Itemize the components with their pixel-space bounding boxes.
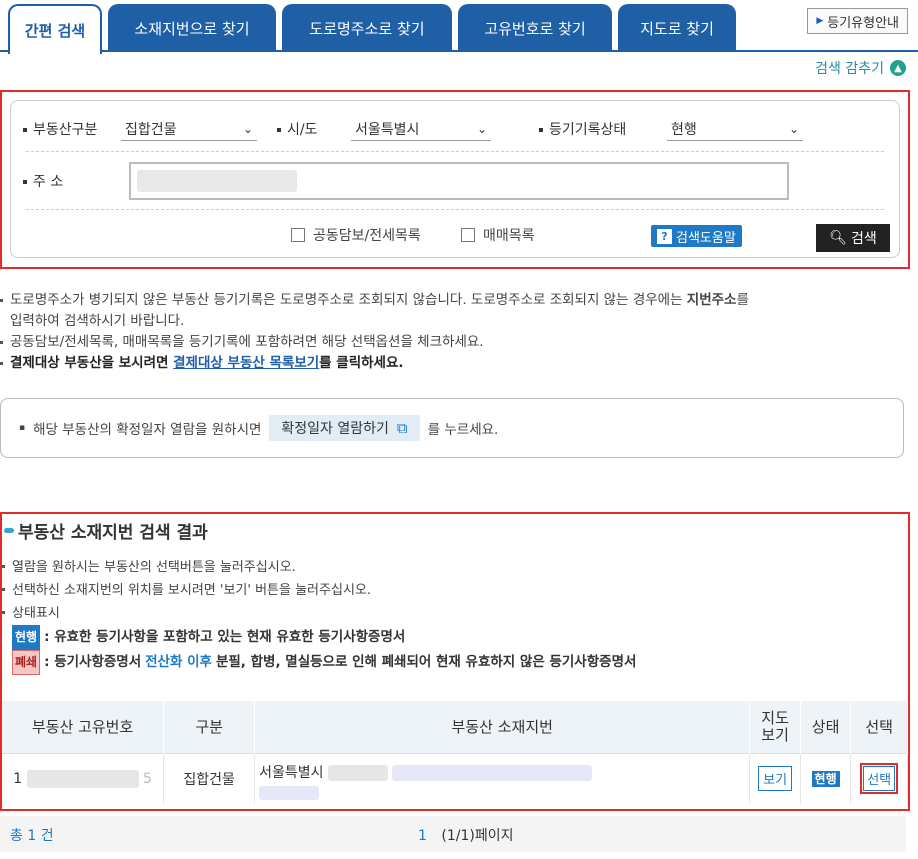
checkbox-icon xyxy=(291,228,305,242)
title-marker-icon xyxy=(4,528,14,533)
chevron-down-icon: ⌄ xyxy=(242,121,253,136)
confirm-date-button[interactable]: 확정일자 열람하기 ⧉ xyxy=(269,415,420,441)
arrow-right-icon: ▶ xyxy=(816,16,824,26)
city-select[interactable]: 서울특별시 ⌄ xyxy=(351,117,491,141)
tab-label: 도로명주소로 찾기 xyxy=(309,19,425,38)
note-road-address: 도로명주소가 병기되지 않은 부동산 등기기록은 도로명주소로 조회되지 않습니… xyxy=(0,290,910,332)
cell-address: 서울특별시 xyxy=(254,752,751,804)
blurred-id xyxy=(26,769,139,788)
bullet: ▪ xyxy=(19,423,26,433)
search-help-label: 검색도움말 xyxy=(676,230,736,246)
header-type: 구분 xyxy=(163,701,256,753)
search-help-button[interactable]: ? 검색도움말 xyxy=(651,225,742,247)
cell-status: 현행 xyxy=(800,752,852,804)
tab-label: 고유번호로 찾기 xyxy=(484,19,586,38)
blurred-address xyxy=(328,764,388,781)
page-info: (1/1)페이지 xyxy=(441,828,514,844)
tab-unique-number[interactable]: 고유번호로 찾기 xyxy=(458,4,612,52)
note-options: 공동담보/전세목록, 매매목록을 등기기록에 포함하려면 해당 선택옵션을 체크… xyxy=(0,332,910,353)
confirm-date-text: 해당 부동산의 확정일자 열람을 원하시면 xyxy=(33,422,262,438)
registry-status-label: 등기기록상태 xyxy=(539,119,626,139)
results-panel: 부동산 소재지번 검색 결과 열람을 원하시는 부동산의 선택버튼을 눌러주십시… xyxy=(0,512,910,811)
tab-simple-search[interactable]: 간편 검색 xyxy=(8,4,102,54)
header-unique-number: 부동산 고유번호 xyxy=(2,701,165,753)
results-footer: 총 1 건 1 (1/1)페이지 xyxy=(0,816,906,852)
table-row: 1 5 집합건물 서울특별시 보기 현행 선택 xyxy=(2,752,908,804)
address-label: 주 소 xyxy=(23,171,63,191)
pagination: 1 (1/1)페이지 xyxy=(418,825,513,845)
status-current-badge: 현행 xyxy=(12,625,41,650)
property-type-label: 부동산구분 xyxy=(23,119,97,139)
tab-road-address[interactable]: 도로명주소로 찾기 xyxy=(282,4,452,52)
results-note: 선택하신 소재지번의 위치를 보시려면 '보기' 버튼을 눌러주십시오. xyxy=(2,579,636,602)
checkbox-icon xyxy=(461,228,475,242)
status-closed-badge: 폐쇄 xyxy=(12,650,41,675)
hide-search-label: 검색 감추기 xyxy=(815,61,884,77)
registry-status-value: 현행 xyxy=(671,121,697,138)
search-form: 부동산구분 집합건물 ⌄ 시/도 서울특별시 ⌄ 등기기록상태 현행 ⌄ 주 소… xyxy=(10,100,900,258)
results-title: 부동산 소재지번 검색 결과 xyxy=(4,518,208,543)
header-address: 부동산 소재지번 xyxy=(254,701,751,753)
chevron-down-icon: ⌄ xyxy=(788,121,799,136)
joint-collateral-checkbox[interactable]: 공동담보/전세목록 xyxy=(291,225,421,245)
search-tabs: 간편 검색 소재지번으로 찾기 도로명주소로 찾기 고유번호로 찾기 지도로 찾… xyxy=(0,0,918,54)
sales-list-checkbox[interactable]: 매매목록 xyxy=(461,225,535,245)
select-button[interactable]: 선택 xyxy=(860,763,899,794)
property-type-value: 집합건물 xyxy=(125,121,177,138)
joint-collateral-label: 공동담보/전세목록 xyxy=(313,228,421,244)
note-payment: 결제대상 부동산을 보시려면 결제대상 부동산 목록보기를 클릭하세요. xyxy=(0,353,910,374)
view-map-button[interactable]: 보기 xyxy=(758,766,793,791)
tab-label: 지도로 찾기 xyxy=(640,19,714,38)
chevron-up-icon: ▲ xyxy=(890,60,906,76)
blurred-address xyxy=(392,764,593,781)
hide-search-link[interactable]: 검색 감추기 ▲ xyxy=(815,58,906,78)
sales-list-label: 매매목록 xyxy=(483,228,535,244)
table-header-row: 부동산 고유번호 구분 부동산 소재지번 지도 보기 상태 선택 xyxy=(2,701,908,753)
results-table: 부동산 고유번호 구분 부동산 소재지번 지도 보기 상태 선택 1 5 집합건… xyxy=(2,701,908,804)
tab-lot-number[interactable]: 소재지번으로 찾기 xyxy=(108,4,276,52)
question-icon: ? xyxy=(657,228,672,244)
total-count: 총 1 건 xyxy=(10,828,54,844)
divider xyxy=(26,209,884,210)
blurred-address xyxy=(137,170,297,192)
results-notes: 열람을 원하시는 부동산의 선택버튼을 눌러주십시오. 선택하신 소재지번의 위… xyxy=(2,556,636,675)
payment-list-link[interactable]: 결제대상 부동산 목록보기 xyxy=(173,355,319,371)
status-closed-legend: 폐쇄 : 등기사항증명서 전산화 이후 분필, 합병, 멸실등으로 인해 폐쇄되… xyxy=(2,650,636,675)
registry-type-guide-label: 등기유형안내 xyxy=(827,15,899,31)
city-value: 서울특별시 xyxy=(355,121,420,138)
confirm-date-box: ▪ 해당 부동산의 확정일자 열람을 원하시면 확정일자 열람하기 ⧉ 를 누르… xyxy=(0,398,904,458)
search-button[interactable]: 🔍︎ 검색 xyxy=(816,224,890,252)
results-note: 상태표시 xyxy=(2,602,636,625)
search-button-label: 검색 xyxy=(851,231,877,247)
cell-select: 선택 xyxy=(850,752,908,804)
cell-unique-number: 1 5 xyxy=(2,752,165,804)
confirm-date-button-label: 확정일자 열람하기 xyxy=(281,421,389,437)
tab-label: 소재지번으로 찾기 xyxy=(134,19,250,38)
magnifier-icon: 🔍︎ xyxy=(829,230,847,246)
tab-label: 간편 검색 xyxy=(24,21,86,40)
cell-map-view: 보기 xyxy=(749,752,801,804)
status-current-legend: 현행 : 유효한 등기사항을 포함하고 있는 현재 유효한 등기사항증명서 xyxy=(2,625,636,650)
address-input[interactable] xyxy=(129,162,789,200)
tab-map[interactable]: 지도로 찾기 xyxy=(618,4,736,52)
confirm-date-text-end: 를 누르세요. xyxy=(427,422,499,438)
registry-type-guide-button[interactable]: ▶ 등기유형안내 xyxy=(807,8,908,34)
select-button-label: 선택 xyxy=(863,766,896,791)
search-notes: 도로명주소가 병기되지 않은 부동산 등기기록은 도로명주소로 조회되지 않습니… xyxy=(0,290,910,374)
city-label: 시/도 xyxy=(277,119,317,139)
header-map-view: 지도 보기 xyxy=(749,701,801,753)
header-status: 상태 xyxy=(800,701,852,753)
registry-status-select[interactable]: 현행 ⌄ xyxy=(667,117,803,141)
property-type-select[interactable]: 집합건물 ⌄ xyxy=(121,117,257,141)
search-panel: 부동산구분 집합건물 ⌄ 시/도 서울특별시 ⌄ 등기기록상태 현행 ⌄ 주 소… xyxy=(0,90,910,269)
page-number-link[interactable]: 1 xyxy=(418,828,427,844)
external-link-icon: ⧉ xyxy=(396,419,408,437)
results-note: 열람을 원하시는 부동산의 선택버튼을 눌러주십시오. xyxy=(2,556,636,579)
divider xyxy=(26,151,884,152)
blurred-address xyxy=(259,785,320,800)
chevron-down-icon: ⌄ xyxy=(476,121,487,136)
header-select: 선택 xyxy=(850,701,908,753)
status-current-badge: 현행 xyxy=(811,771,840,787)
cell-type: 집합건물 xyxy=(163,752,256,804)
